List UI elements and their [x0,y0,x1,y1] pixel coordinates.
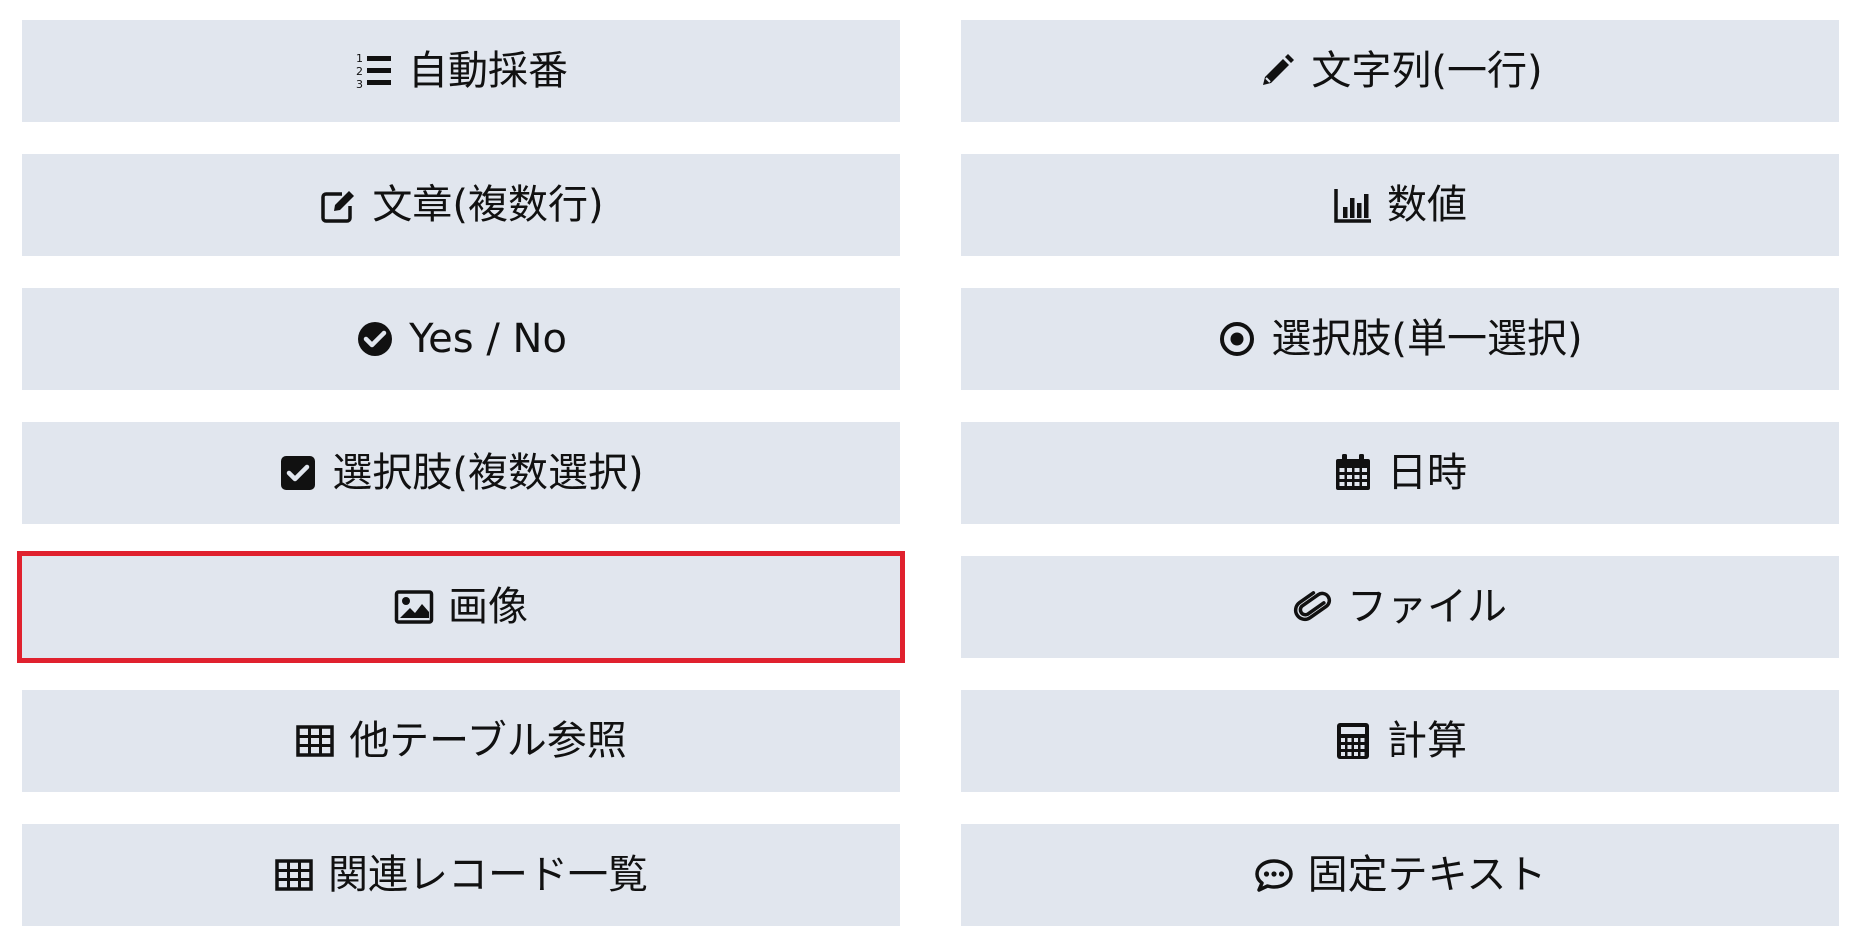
check-circle-icon [355,319,395,359]
image-label: 画像 [448,584,528,630]
radio-dot-icon [1217,319,1257,359]
number-button[interactable]: 数値 [961,154,1839,256]
single-line-text-label: 文字列(一行) [1311,48,1543,94]
table-reference-label: 他テーブル参照 [349,718,627,764]
image-icon [394,587,434,627]
comment-icon [1254,855,1294,895]
datetime-button[interactable]: 日時 [961,422,1839,524]
multi-line-text-label: 文章(複数行) [372,182,604,228]
single-select-button[interactable]: 選択肢(単一選択) [961,288,1839,390]
single-select-label: 選択肢(単一選択) [1271,316,1583,362]
bar-chart-icon [1333,185,1373,225]
multi-select-button[interactable]: 選択肢(複数選択) [22,422,900,524]
auto-number-label: 自動採番 [408,48,568,94]
datetime-label: 日時 [1387,450,1467,496]
table-icon [274,855,314,895]
multi-line-text-button[interactable]: 文章(複数行) [22,154,900,256]
fixed-text-label: 固定テキスト [1307,852,1547,898]
multi-select-label: 選択肢(複数選択) [332,450,644,496]
calculator-icon [1333,721,1373,761]
svg-text:1: 1 [356,52,363,65]
fixed-text-button[interactable]: 固定テキスト [961,824,1839,926]
svg-text:3: 3 [356,78,363,91]
auto-number-button[interactable]: 1 2 3 自動採番 [22,20,900,122]
svg-text:2: 2 [356,65,363,78]
file-button[interactable]: ファイル [961,556,1839,658]
ordered-list-icon: 1 2 3 [354,51,394,91]
calculation-label: 計算 [1387,718,1467,764]
single-line-text-button[interactable]: 文字列(一行) [961,20,1839,122]
check-square-icon [278,453,318,493]
image-button[interactable]: 画像 [17,551,905,663]
related-records-button[interactable]: 関連レコード一覧 [22,824,900,926]
field-type-grid: 1 2 3 自動採番 文字列(一行) 文章(複数行) 数値 Yes / No 選… [17,20,1839,926]
related-records-label: 関連レコード一覧 [328,852,648,898]
paperclip-icon [1293,587,1333,627]
file-label: ファイル [1347,584,1507,630]
pencil-icon [1257,51,1297,91]
yes-no-button[interactable]: Yes / No [22,288,900,390]
edit-square-icon [318,185,358,225]
calendar-icon [1333,453,1373,493]
table-icon [295,721,335,761]
number-label: 数値 [1387,182,1467,228]
calculation-button[interactable]: 計算 [961,690,1839,792]
yes-no-label: Yes / No [409,316,567,362]
table-reference-button[interactable]: 他テーブル参照 [22,690,900,792]
